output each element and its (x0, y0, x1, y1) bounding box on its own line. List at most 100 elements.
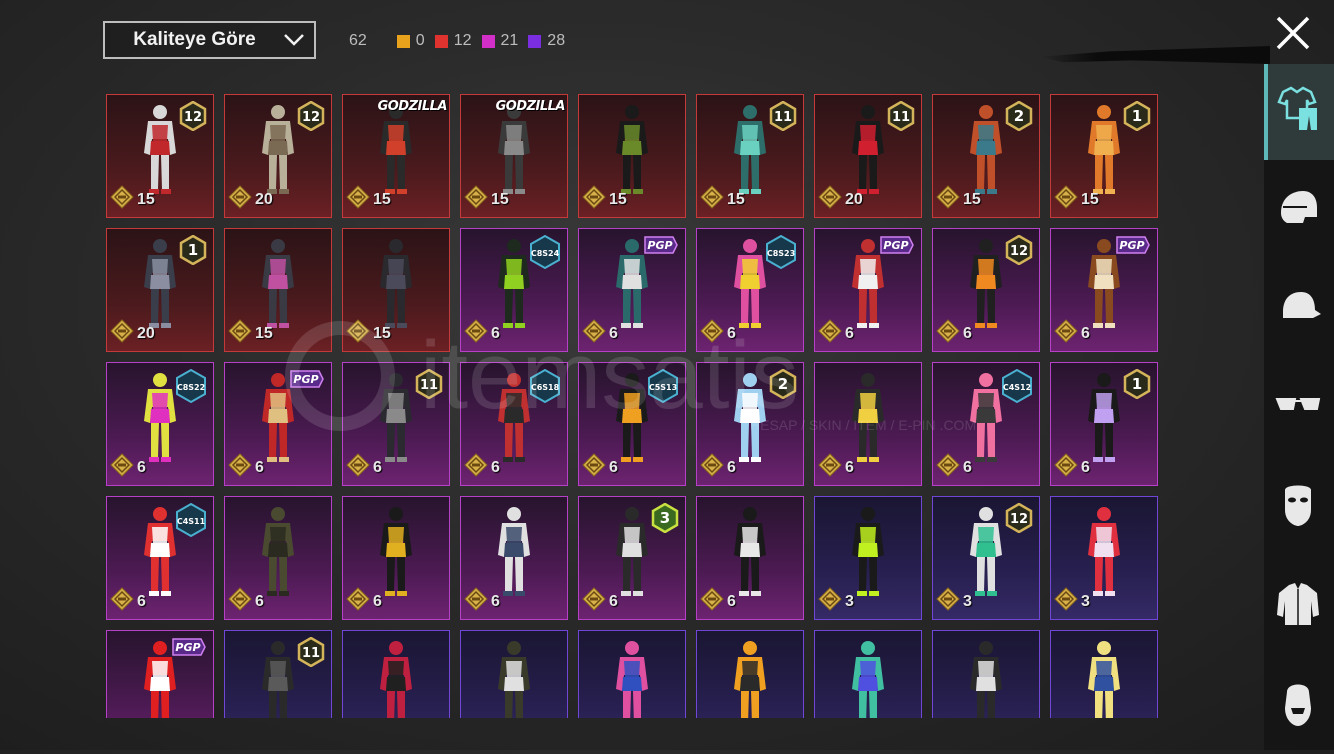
sidebar-item-face[interactable] (1264, 658, 1334, 754)
outfit-item-card[interactable]: 3 (814, 496, 922, 620)
outfit-item-card[interactable]: 1 15 (1050, 94, 1158, 218)
outfit-item-card[interactable]: PGP (106, 630, 214, 718)
outfit-item-card[interactable]: C4S12 6 (932, 362, 1040, 486)
item-price-value: 15 (137, 190, 155, 208)
season-badge: C5S13 (647, 368, 679, 408)
outfit-item-card[interactable]: GODZILLA 15 (460, 94, 568, 218)
outfit-item-card[interactable] (342, 630, 450, 718)
outfit-preview-image (956, 639, 1016, 718)
outfit-item-card[interactable]: 15 (578, 94, 686, 218)
outfit-item-card[interactable]: 6 (342, 496, 450, 620)
currency-icon (700, 319, 724, 348)
outfit-item-card[interactable]: 6 (224, 496, 332, 620)
outfit-preview-image (366, 639, 426, 718)
outfit-item-card[interactable]: C8S24 6 (460, 228, 568, 352)
item-price-value: 6 (491, 458, 500, 476)
outfit-item-card[interactable] (1050, 630, 1158, 718)
outfit-item-card[interactable]: C8S23 6 (696, 228, 804, 352)
currency-icon (700, 185, 724, 214)
outfit-item-card[interactable]: C4S11 6 (106, 496, 214, 620)
currency-icon (464, 319, 488, 348)
outfit-item-card[interactable]: PGP 6 (578, 228, 686, 352)
outfit-item-card[interactable] (814, 630, 922, 718)
item-price-value: 6 (373, 458, 382, 476)
item-price: 6 (110, 453, 146, 482)
currency-icon (1054, 185, 1078, 214)
outfit-item-card[interactable]: 26 (696, 362, 804, 486)
rarity-count-value: 12 (453, 32, 472, 49)
outfit-item-card[interactable]: 11 15 (696, 94, 804, 218)
currency-icon (818, 319, 842, 348)
svg-text:C4S12: C4S12 (1003, 383, 1031, 392)
sidebar-item-cap[interactable] (1264, 262, 1334, 358)
inventory-grid: 12 15 12 20 GODZILLA 15 GODZILLA 15 15 11 15 11 20 2 1… (106, 94, 1162, 718)
outfit-item-card[interactable] (932, 630, 1040, 718)
total-count: 62 (349, 32, 367, 49)
currency-icon (110, 587, 134, 616)
outfit-item-card[interactable]: 15 (224, 228, 332, 352)
outfit-item-card[interactable]: 11 (224, 630, 332, 718)
jacket-icon (1273, 579, 1325, 636)
outfit-item-card[interactable]: C6S18 6 (460, 362, 568, 486)
item-price: 15 (228, 319, 273, 348)
currency-icon (346, 587, 370, 616)
season-badge: C6S18 (529, 368, 561, 408)
pgp-badge: PGP (643, 235, 679, 260)
svg-text:12: 12 (184, 110, 202, 125)
outfit-item-card[interactable]: GODZILLA 15 (342, 94, 450, 218)
level-badge: 11 (415, 368, 443, 404)
svg-text:1: 1 (1132, 107, 1142, 125)
outfit-item-card[interactable]: 12 3 (932, 496, 1040, 620)
outfit-item-card[interactable]: 36 (578, 496, 686, 620)
sidebar-item-helmet[interactable] (1264, 163, 1334, 259)
outfit-item-card[interactable]: C8S22 6 (106, 362, 214, 486)
item-price-value: 6 (137, 458, 146, 476)
rarity-count-value: 0 (415, 32, 425, 49)
outfit-item-card[interactable]: 3 (1050, 496, 1158, 620)
level-badge: 12 (297, 100, 325, 136)
outfit-item-card[interactable]: 12 6 (932, 228, 1040, 352)
svg-text:C8S23: C8S23 (767, 249, 795, 258)
item-price-value: 3 (845, 592, 854, 610)
outfit-item-card[interactable] (696, 630, 804, 718)
sidebar-item-outfit[interactable] (1264, 64, 1334, 160)
item-price-value: 6 (491, 592, 500, 610)
outfit-item-card[interactable] (460, 630, 568, 718)
outfit-item-card[interactable]: 6 (460, 496, 568, 620)
outfit-item-card[interactable]: 6 (814, 362, 922, 486)
outfit-item-card[interactable]: 12 20 (224, 94, 332, 218)
level-badge: 2 (1005, 100, 1033, 136)
sort-dropdown[interactable]: Kaliteye Göre (103, 21, 316, 59)
item-price: 6 (228, 587, 264, 616)
outfit-item-card[interactable]: PGP 6 (814, 228, 922, 352)
outfit-item-card[interactable]: 1 20 (106, 228, 214, 352)
outfit-item-card[interactable]: 11 20 (814, 94, 922, 218)
close-icon[interactable] (1274, 14, 1312, 52)
outfit-item-card[interactable]: PGP 6 (224, 362, 332, 486)
currency-icon (228, 587, 252, 616)
outfit-item-card[interactable]: 16 (1050, 362, 1158, 486)
item-price-value: 20 (137, 324, 155, 342)
outfit-item-card[interactable] (578, 630, 686, 718)
currency-icon (110, 185, 134, 214)
svg-text:1: 1 (1132, 375, 1142, 393)
currency-icon (228, 319, 252, 348)
pgp-badge: PGP (879, 235, 915, 260)
outfit-item-card[interactable]: C5S13 6 (578, 362, 686, 486)
outfit-item-card[interactable]: 15 (342, 228, 450, 352)
sidebar-item-glasses[interactable] (1264, 361, 1334, 457)
outfit-item-card[interactable]: 12 15 (106, 94, 214, 218)
sidebar-item-mask[interactable] (1264, 460, 1334, 556)
currency-icon (110, 319, 134, 348)
currency-icon (936, 319, 960, 348)
chevron-down-icon (274, 33, 314, 47)
outfit-item-card[interactable]: 2 15 (932, 94, 1040, 218)
outfit-item-card[interactable]: PGP 6 (1050, 228, 1158, 352)
outfit-item-card[interactable]: 11 6 (342, 362, 450, 486)
helmet-icon (1273, 183, 1325, 240)
outfit-item-card[interactable]: 6 (696, 496, 804, 620)
svg-text:C8S22: C8S22 (177, 383, 205, 392)
svg-text:PGP: PGP (883, 239, 908, 252)
season-badge: C8S22 (175, 368, 207, 408)
sidebar-item-jacket[interactable] (1264, 559, 1334, 655)
